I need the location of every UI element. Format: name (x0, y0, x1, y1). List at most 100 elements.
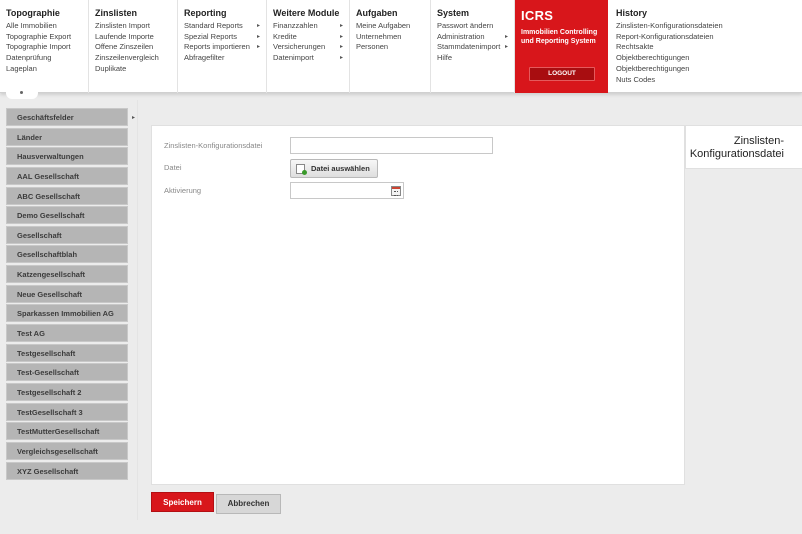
menu-title[interactable]: Weitere Module (273, 8, 349, 18)
name-input[interactable] (290, 137, 493, 154)
form-panel: Zinslisten-Konfigurationsdatei Datei Dat… (151, 125, 685, 485)
sidebar-item[interactable]: XYZ Gesellschaft (6, 461, 128, 480)
menu-title[interactable]: System (437, 8, 514, 18)
menu-item-personen[interactable]: Personen (356, 42, 430, 53)
history-item[interactable]: Zinslisten-Konfigurationsdateien (616, 21, 802, 32)
calendar-icon[interactable] (391, 186, 401, 196)
save-button[interactable]: Speichern (151, 492, 214, 512)
menu-item-laufende-importe[interactable]: Laufende Importe (95, 32, 177, 43)
menu-item-abfragefilter[interactable]: Abfragefilter (184, 53, 266, 64)
sidebar-item[interactable]: Test-Gesellschaft (6, 363, 128, 382)
menu-item-administration[interactable]: Administration ▸ (437, 32, 514, 43)
sidebar-item[interactable]: ABC Gesellschaft (6, 186, 128, 205)
menu-item-meine-aufgaben[interactable]: Meine Aufgaben (356, 21, 430, 32)
menu-reporting: Reporting Standard Reports ▸ Spezial Repo… (178, 0, 267, 93)
menu-item-label: Objektberechtigungen (616, 63, 690, 73)
sidebar-item[interactable]: Sparkassen Immobilien AG (6, 304, 128, 323)
menu-item-label: Meine Aufgaben (356, 21, 411, 30)
menu-item-finanzzahlen[interactable]: Finanzzahlen ▸ (273, 21, 349, 32)
sidebar-item[interactable]: Test AG (6, 324, 128, 343)
menu-item-topographie-import[interactable]: Topographie Import (6, 42, 88, 53)
menu-title[interactable]: Topographie (6, 8, 88, 18)
menu-item-lageplan[interactable]: Lageplan (6, 64, 88, 75)
submenu-arrow-icon: ▸ (339, 44, 343, 51)
history-item[interactable]: Objektberechtigungen (616, 53, 802, 64)
sidebar-item[interactable]: Vergleichsgesellschaft (6, 441, 128, 460)
sidebar: Geschäftsfelder Länder Hausverwaltungen … (6, 108, 128, 481)
choose-file-button[interactable]: Datei auswählen (290, 159, 378, 178)
logout-button[interactable]: LOGOUT (529, 67, 595, 81)
sidebar-item[interactable]: Neue Gesellschaft (6, 284, 128, 303)
menu-item-label: Versicherungen (273, 42, 326, 52)
menu-item-label: Kredite (273, 31, 297, 41)
menu-title[interactable]: Aufgaben (356, 8, 430, 18)
menu-item-reports-importieren[interactable]: Reports importieren ▸ (184, 42, 266, 53)
history-item[interactable]: Nuts Codes (616, 75, 802, 86)
menu-item-label: Administration (437, 31, 485, 41)
icrs-brand-panel: ICRS Immobilien Controlling und Reportin… (515, 0, 608, 93)
menu-item-stammdatenimport[interactable]: Stammdatenimport ▸ (437, 42, 514, 53)
sidebar-item[interactable]: Gesellschaft (6, 225, 128, 244)
menu-item-zinslisten-import[interactable]: Zinslisten Import (95, 21, 177, 32)
menu-item-duplikate[interactable]: Duplikate (95, 64, 177, 75)
sidebar-item[interactable]: Testgesellschaft (6, 343, 128, 362)
menu-item-label: Datenprüfung (6, 53, 52, 63)
choose-file-label: Datei auswählen (311, 164, 370, 173)
submenu-arrow-icon: ▸ (339, 55, 343, 62)
activation-date-input[interactable] (290, 182, 404, 199)
menu-item-label: Rechtsakte (616, 42, 654, 52)
menu-item-label: Topographie Import (6, 42, 71, 52)
sidebar-item[interactable]: Demo Gesellschaft (6, 206, 128, 225)
sidebar-item[interactable]: Gesellschaftblah (6, 245, 128, 264)
sidebar-item[interactable]: Testgesellschaft 2 (6, 382, 128, 401)
history-item[interactable]: Report-Konfigurationsdateien (616, 32, 802, 43)
menu-item-alle-immobilien[interactable]: Alle Immobilien (6, 21, 88, 32)
sidebar-item[interactable]: Länder (6, 127, 128, 146)
menu-item-offene-zinszeilen[interactable]: Offene Zinszeilen (95, 42, 177, 53)
sidebar-item[interactable]: Geschäftsfelder (6, 108, 128, 126)
cancel-button[interactable]: Abbrechen (216, 494, 281, 514)
panel-title: Zinslisten-Konfigurationsdatei (685, 125, 802, 169)
sidebar-divider (137, 100, 138, 520)
menu-item-label: Abfragefilter (184, 53, 225, 63)
top-menu-bar: Topographie Alle Immobilien Topographie … (0, 0, 802, 93)
menu-item-versicherungen[interactable]: Versicherungen ▸ (273, 42, 349, 53)
menu-title[interactable]: History (616, 8, 802, 18)
menu-history: History Zinslisten-Konfigurationsdateien… (610, 0, 802, 93)
menu-title[interactable]: Zinslisten (95, 8, 177, 18)
menu-item-datenimport[interactable]: Datenimport ▸ (273, 53, 349, 64)
sidebar-item[interactable]: Hausverwaltungen (6, 147, 128, 166)
menu-item-unternehmen[interactable]: Unternehmen (356, 32, 430, 43)
menu-item-spezial-reports[interactable]: Spezial Reports ▸ (184, 32, 266, 43)
menu-item-standard-reports[interactable]: Standard Reports ▸ (184, 21, 266, 32)
menu-item-label: Report-Konfigurationsdateien (616, 31, 714, 41)
sidebar-item[interactable]: AAL Gesellschaft (6, 166, 128, 185)
menu-topographie: Topographie Alle Immobilien Topographie … (0, 0, 89, 93)
menu-item-datenpruefung[interactable]: Datenprüfung (6, 53, 88, 64)
history-item[interactable]: Objektberechtigungen (616, 64, 802, 75)
sidebar-item[interactable]: TestGesellschaft 3 (6, 402, 128, 421)
menu-item-label: Zinszeilenvergleich (95, 53, 159, 63)
menu-item-label: Unternehmen (356, 31, 402, 41)
menu-item-kredite[interactable]: Kredite ▸ (273, 32, 349, 43)
menu-item-topographie-export[interactable]: Topographie Export (6, 32, 88, 43)
menu-item-label: Objektberechtigungen (616, 53, 690, 63)
sidebar-item[interactable]: TestMutterGesellschaft (6, 422, 128, 441)
menu-item-label: Lageplan (6, 63, 37, 73)
menu-zinslisten: Zinslisten Zinslisten Import Laufende Im… (89, 0, 178, 93)
submenu-arrow-icon: ▸ (256, 23, 260, 29)
menu-item-label: Reports importieren (184, 42, 250, 52)
menu-item-label: Topographie Export (6, 31, 72, 41)
menu-item-label: Personen (356, 42, 389, 52)
menu-item-label: Duplikate (95, 63, 127, 73)
menu-item-passwort-aendern[interactable]: Passwort ändern (437, 21, 514, 32)
menu-title[interactable]: Reporting (184, 8, 266, 18)
sidebar-item[interactable]: Katzengesellschaft (6, 265, 128, 284)
name-label: Zinslisten-Konfigurationsdatei (164, 141, 263, 150)
sidebar-collapse-icon[interactable]: ▸ (132, 114, 135, 121)
history-item[interactable]: Rechtsakte (616, 42, 802, 53)
menu-item-label: Laufende Importe (95, 31, 154, 41)
menu-item-zinszeilenvergleich[interactable]: Zinszeilenvergleich (95, 53, 177, 64)
menu-item-hilfe[interactable]: Hilfe (437, 53, 514, 64)
submenu-arrow-icon: ▸ (504, 44, 508, 51)
